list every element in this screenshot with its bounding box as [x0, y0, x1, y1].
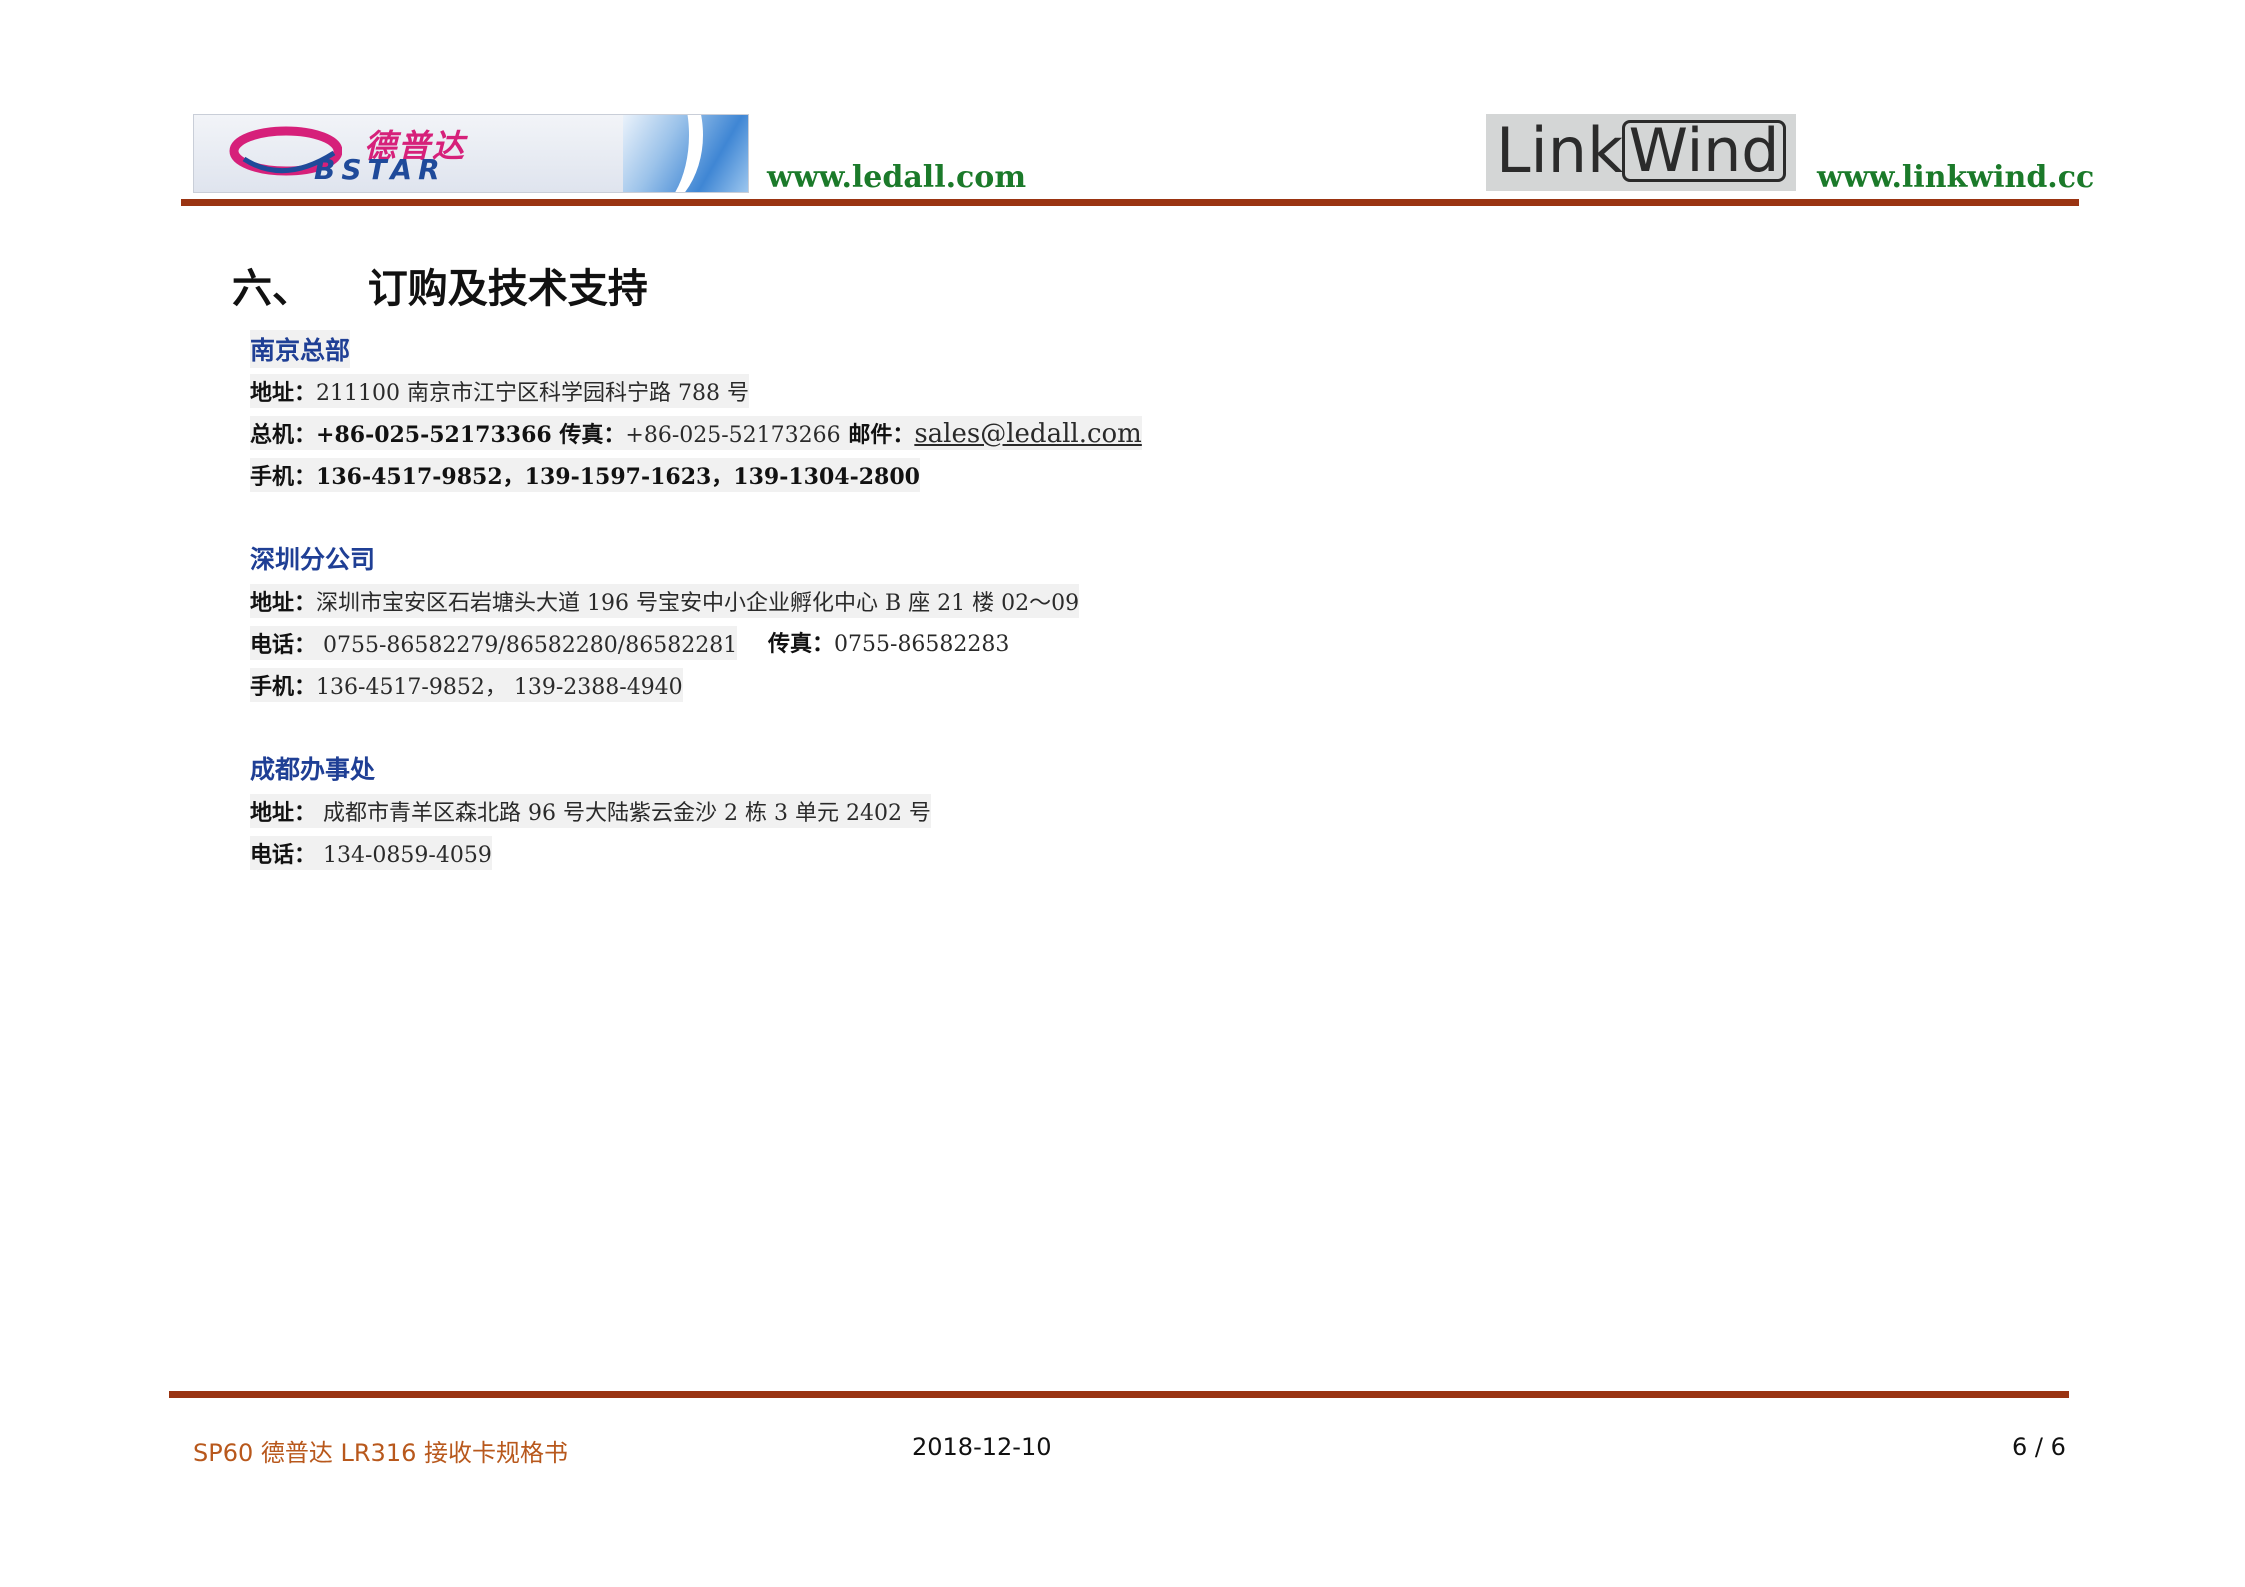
chengdu-phone-value: 134-0859-4059 — [316, 843, 492, 868]
shenzhen-fax-label: 传真： — [768, 631, 835, 657]
linkwind-logo: Link Wind — [1486, 114, 1796, 191]
office-name-shenzhen: 深圳分公司 — [250, 545, 376, 574]
nanjing-mobile-label: 手机： — [250, 464, 317, 490]
office-name-nanjing: 南京总部 — [250, 330, 351, 368]
nanjing-address-value: 211100 南京市江宁区科学园科宁路 788 号 — [316, 381, 749, 406]
chengdu-phone: 电话： 134-0859-4059 — [250, 836, 492, 870]
shenzhen-phone-label: 电话： — [250, 632, 317, 658]
nanjing-mobile: 手机：136-4517-9852，139-1597-1623，139-1304-… — [250, 458, 920, 492]
chengdu-address: 地址： 成都市青羊区森北路 96 号大陆紫云金沙 2 栋 3 单元 2402 号 — [250, 794, 931, 828]
shenzhen-mobile-value: 136-4517-9852， 139-2388-4940 — [316, 675, 683, 700]
office-name-chengdu: 成都办事处 — [250, 755, 376, 784]
nanjing-email-label: 邮件： — [840, 422, 915, 448]
chengdu-address-value: 成都市青羊区森北路 96 号大陆紫云金沙 2 栋 3 单元 2402 号 — [316, 801, 931, 826]
shenzhen-address: 地址：深圳市宝安区石岩塘头大道 196 号宝安中小企业孵化中心 B 座 21 楼… — [250, 584, 1080, 618]
shenzhen-phone: 电话： 0755-86582279/86582280/86582281 — [250, 626, 738, 660]
nanjing-contact: 总机：+86-025-52173366 传真：+86-025-52173266 … — [250, 416, 1142, 450]
shenzhen-mobile-label: 手机： — [250, 674, 317, 700]
bstar-logo-english: BSTAR — [314, 153, 446, 186]
section-title: 六、 订购及技术支持 — [232, 265, 648, 312]
shenzhen-address-label: 地址： — [250, 590, 317, 616]
nanjing-email-link[interactable]: sales@ledall.com — [914, 419, 1142, 449]
nanjing-phone-value: +86-025-52173366 — [316, 422, 552, 448]
footer-page-number: 6 / 6 — [2012, 1433, 2066, 1461]
bstar-logo: 德普达 BSTAR — [193, 114, 749, 193]
nanjing-mobile-value: 136-4517-9852，139-1597-1623，139-1304-280… — [316, 464, 920, 490]
footer-date: 2018-12-10 — [912, 1433, 1052, 1461]
nanjing-address-label: 地址： — [250, 380, 317, 406]
shenzhen-mobile: 手机：136-4517-9852， 139-2388-4940 — [250, 668, 683, 702]
ledall-url[interactable]: www.ledall.com — [767, 160, 1026, 195]
shenzhen-fax: 传真：0755-86582283 — [768, 626, 1009, 658]
nanjing-fax-label: 传真： — [551, 422, 626, 448]
bstar-logo-swoosh — [623, 115, 748, 192]
nanjing-fax-value: +86-025-52173266 — [625, 423, 841, 448]
header-divider — [181, 199, 2079, 206]
linkwind-url[interactable]: www.linkwind.cc — [1817, 160, 2094, 195]
footer-doc-title: SP60 德普达 LR316 接收卡规格书 — [193, 1439, 568, 1467]
footer-divider — [169, 1391, 2069, 1398]
chengdu-phone-label: 电话： — [250, 842, 317, 868]
nanjing-phone-label: 总机： — [250, 422, 317, 448]
nanjing-address: 地址：211100 南京市江宁区科学园科宁路 788 号 — [250, 374, 749, 408]
chengdu-address-label: 地址： — [250, 800, 317, 826]
shenzhen-phone-value: 0755-86582279/86582280/86582281 — [316, 633, 738, 658]
shenzhen-address-value: 深圳市宝安区石岩塘头大道 196 号宝安中小企业孵化中心 B 座 21 楼 02… — [316, 591, 1080, 616]
shenzhen-fax-value: 0755-86582283 — [834, 632, 1010, 657]
linkwind-logo-link: Link — [1496, 114, 1623, 187]
linkwind-logo-wind: Wind — [1622, 120, 1786, 182]
